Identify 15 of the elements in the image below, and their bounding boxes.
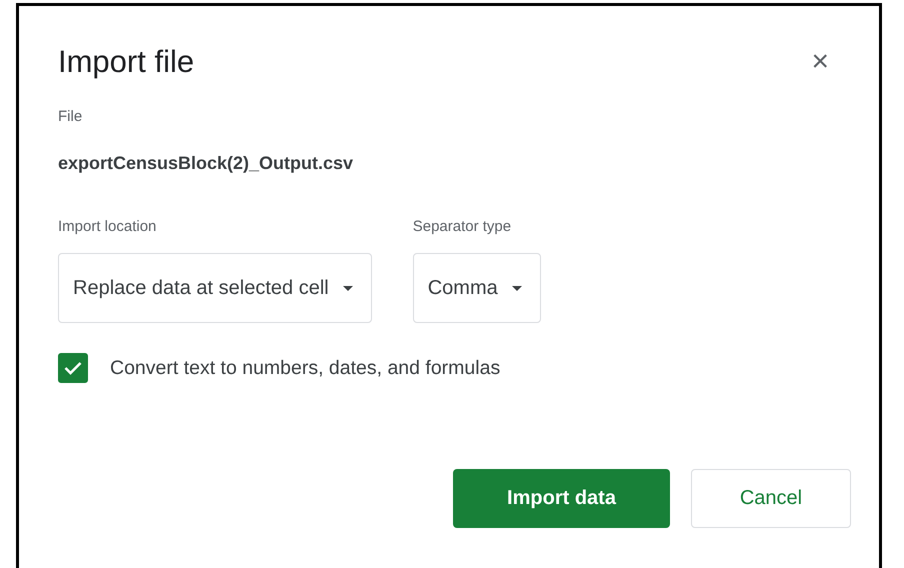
dialog-title: Import file (58, 44, 194, 80)
dropdown-select[interactable]: Replace data at selected cell (58, 253, 372, 323)
file-label: File (58, 108, 84, 125)
field-label: Separator type (412, 218, 512, 235)
field-label: Import location (58, 218, 158, 235)
file-name: exportCensusBlock(2)_Output.csv (58, 153, 354, 174)
dropdown-caret-icon (342, 286, 353, 290)
dropdown-select[interactable]: Comma (412, 253, 541, 323)
checkbox[interactable] (58, 353, 88, 383)
import-button[interactable]: Import data (453, 469, 670, 528)
dropdown-caret-icon (512, 286, 522, 290)
cancel-button[interactable]: Cancel (691, 469, 851, 528)
close-button[interactable]: × (801, 47, 839, 77)
checkbox-label: Convert text to numbers, dates, and formulas (110, 356, 500, 380)
check-icon (64, 361, 82, 375)
